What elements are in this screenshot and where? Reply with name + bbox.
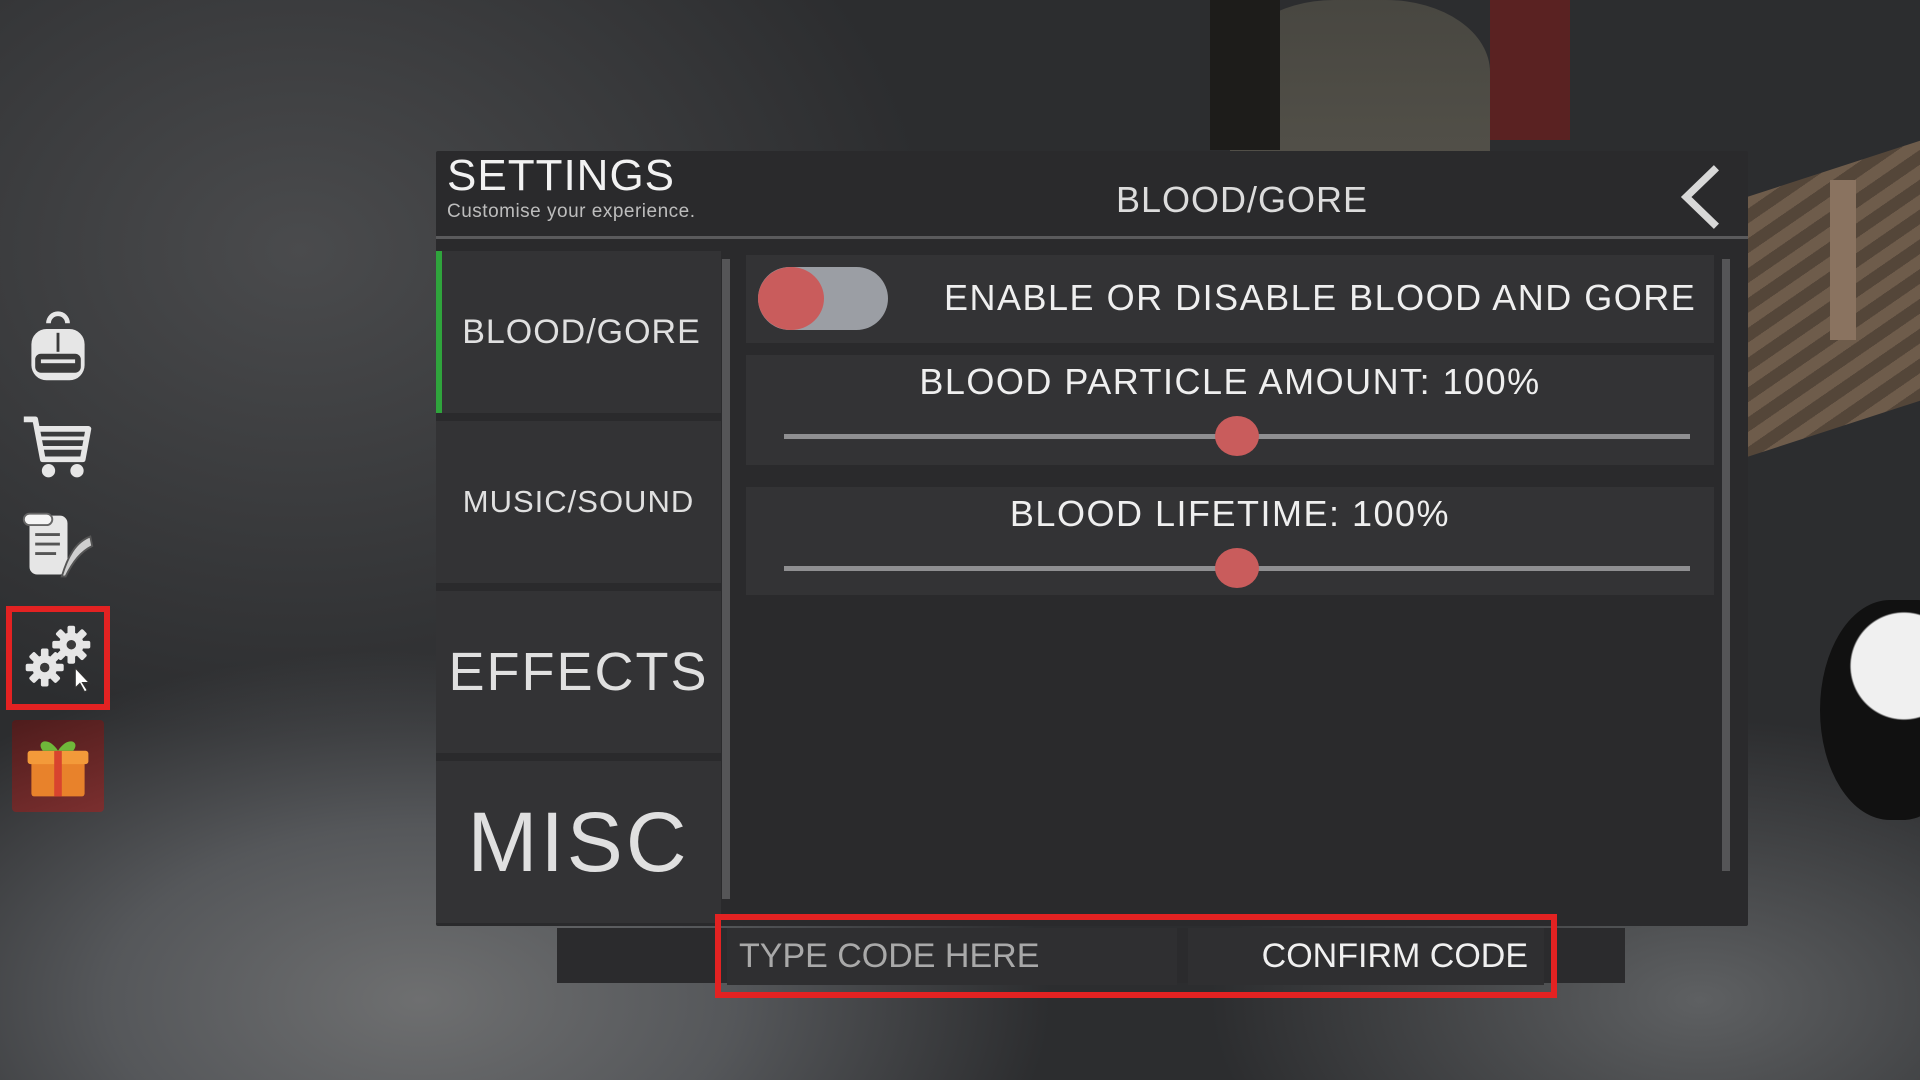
toggle-knob xyxy=(758,267,824,330)
nav-item-label: MUSIC/SOUND xyxy=(462,484,695,519)
particle-amount-slider[interactable] xyxy=(784,416,1690,456)
particle-amount-label: BLOOD PARTICLE AMOUNT: 100% xyxy=(919,361,1541,402)
blood-lifetime-row: BLOOD LIFETIME: 100% xyxy=(746,487,1714,595)
tree-trunk xyxy=(1490,0,1570,140)
current-section-title: BLOOD/GORE xyxy=(1116,179,1369,220)
particle-slider-knob[interactable] xyxy=(1215,416,1259,456)
nav-item-blood-gore[interactable]: BLOOD/GORE xyxy=(436,251,721,413)
gift-icon xyxy=(27,741,89,797)
nav-item-label: EFFECTS xyxy=(448,642,709,702)
nav-scrollbar[interactable] xyxy=(722,259,730,899)
highlight-frame xyxy=(715,914,1557,998)
shopping-cart-icon xyxy=(23,416,92,478)
scroll-quill-icon xyxy=(22,512,94,578)
cursor-hand-icon xyxy=(74,665,91,694)
tree-trunk xyxy=(1210,0,1280,150)
shop-button[interactable] xyxy=(10,398,106,494)
blood-gore-options: ENABLE OR DISABLE BLOOD AND GORE BLOOD P… xyxy=(746,251,1724,871)
gore-toggle-label: ENABLE OR DISABLE BLOOD AND GORE xyxy=(944,277,1697,318)
content-scrollbar[interactable] xyxy=(1722,259,1730,871)
nav-item-effects[interactable]: EFFECTS xyxy=(436,591,721,753)
settings-panel: SETTINGS Customise your experience. BLOO… xyxy=(436,151,1748,926)
lifetime-slider-knob[interactable] xyxy=(1215,548,1259,588)
settings-header: SETTINGS Customise your experience. BLOO… xyxy=(436,151,1748,239)
fence-post xyxy=(1830,180,1856,340)
blood-lifetime-label: BLOOD LIFETIME: 100% xyxy=(1009,493,1451,534)
gore-toggle[interactable] xyxy=(758,267,888,330)
chevron-left-icon xyxy=(1680,165,1720,229)
blood-lifetime-slider[interactable] xyxy=(784,548,1690,588)
gore-toggle-row: ENABLE OR DISABLE BLOOD AND GORE xyxy=(746,255,1714,343)
settings-title: SETTINGS xyxy=(447,151,676,200)
nav-item-label: MISC xyxy=(467,794,690,889)
backpack-icon xyxy=(31,311,85,381)
gift-button[interactable] xyxy=(12,720,104,812)
back-button[interactable] xyxy=(1670,157,1730,237)
nav-item-label: BLOOD/GORE xyxy=(462,312,701,351)
gears-icon xyxy=(25,625,91,694)
quests-button[interactable] xyxy=(10,498,106,594)
nav-item-music-sound[interactable]: MUSIC/SOUND xyxy=(436,421,721,583)
settings-subtitle: Customise your experience. xyxy=(447,201,696,222)
particle-amount-row: BLOOD PARTICLE AMOUNT: 100% xyxy=(746,355,1714,465)
settings-button[interactable] xyxy=(6,606,110,710)
backpack-button[interactable] xyxy=(10,300,106,396)
nav-item-misc[interactable]: MISC xyxy=(436,761,721,923)
